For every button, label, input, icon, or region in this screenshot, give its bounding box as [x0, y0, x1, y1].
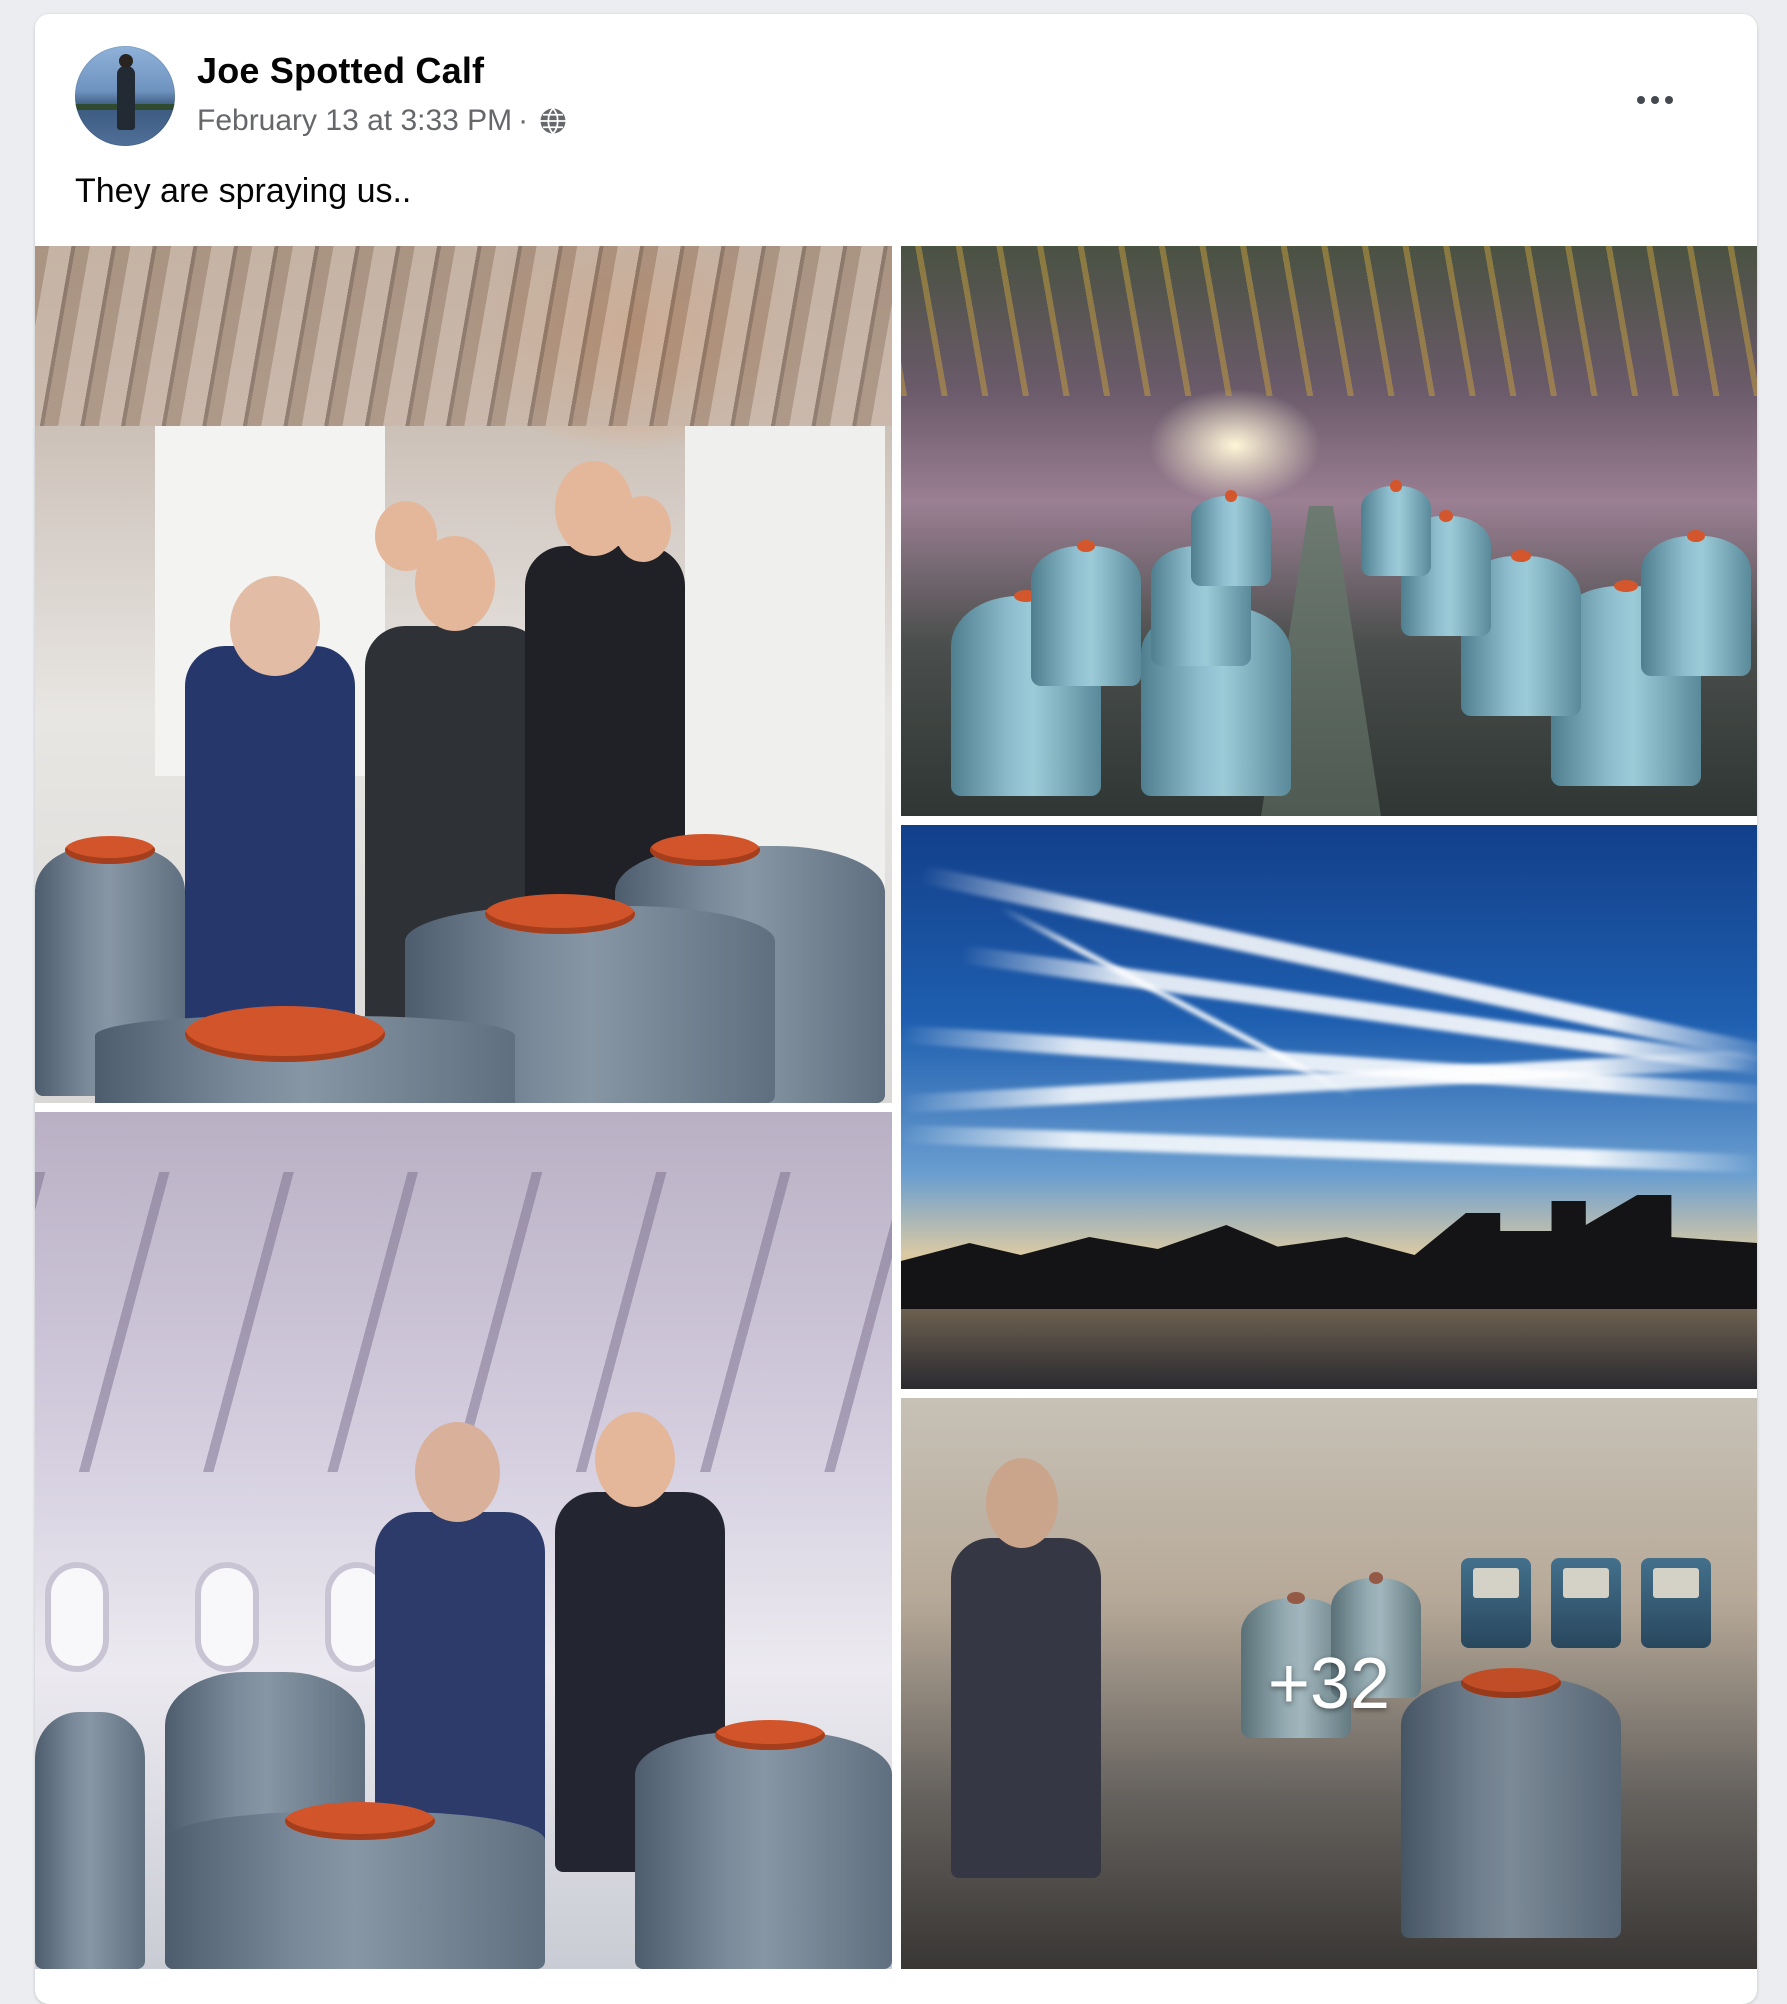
- photo-1-head: [230, 576, 320, 676]
- photo-5[interactable]: +32: [901, 1398, 1757, 1969]
- avatar[interactable]: [75, 46, 175, 146]
- post-card: Joe Spotted Calf February 13 at 3:33 PM …: [35, 14, 1757, 2004]
- photo-1-tank-lid: [650, 834, 760, 866]
- photo-4-tank: [35, 1712, 145, 1969]
- photo-4-window: [195, 1562, 259, 1672]
- photo-4-tank-lid: [715, 1720, 825, 1750]
- photo-1-tank-lid: [65, 836, 155, 864]
- photo-1-ceiling: [35, 246, 892, 426]
- photo-3-river: [901, 1309, 1757, 1389]
- meta-separator: ·: [518, 104, 529, 137]
- photo-1-person: [185, 646, 355, 1026]
- photo-3-skyline: [901, 1195, 1757, 1309]
- photo-1-head: [375, 501, 437, 571]
- photo-2-tank: [1191, 490, 1271, 586]
- more-options-dot: [1665, 96, 1673, 104]
- post-timestamp[interactable]: February 13 at 3:33 PM: [197, 104, 512, 138]
- photo-2-tank: [1361, 480, 1431, 576]
- photo-2-ceiling: [901, 246, 1757, 396]
- photo-4-head: [595, 1412, 675, 1507]
- photo-1-tank-lid: [485, 894, 635, 934]
- post-meta: February 13 at 3:33 PM ·: [197, 104, 568, 138]
- photo-2[interactable]: [901, 246, 1757, 816]
- photo-4-tank: [635, 1732, 892, 1969]
- photo-4-window: [45, 1562, 109, 1672]
- photo-3[interactable]: [901, 825, 1757, 1389]
- more-options-button[interactable]: [1625, 80, 1685, 120]
- author-name[interactable]: Joe Spotted Calf: [197, 50, 484, 92]
- avatar-figure: [117, 54, 135, 130]
- photo-1-head: [615, 496, 671, 562]
- more-options-dot: [1651, 96, 1659, 104]
- photo-4-tank-lid: [285, 1802, 435, 1840]
- photo-1-tank-lid: [185, 1006, 385, 1062]
- photo-3-contrail: [901, 1125, 1757, 1174]
- photo-2-tank: [1641, 530, 1751, 676]
- post-header: Joe Spotted Calf February 13 at 3:33 PM …: [35, 14, 1757, 164]
- globe-icon: [540, 107, 566, 135]
- more-options-icon: [1637, 96, 1645, 104]
- photo-2-tank: [1031, 540, 1141, 686]
- photo-4[interactable]: [35, 1112, 892, 1969]
- post-text: They are spraying us..: [75, 172, 412, 210]
- photo-4-head: [415, 1422, 500, 1522]
- photo-1[interactable]: [35, 246, 892, 1103]
- more-photos-count[interactable]: +32: [901, 1398, 1757, 1969]
